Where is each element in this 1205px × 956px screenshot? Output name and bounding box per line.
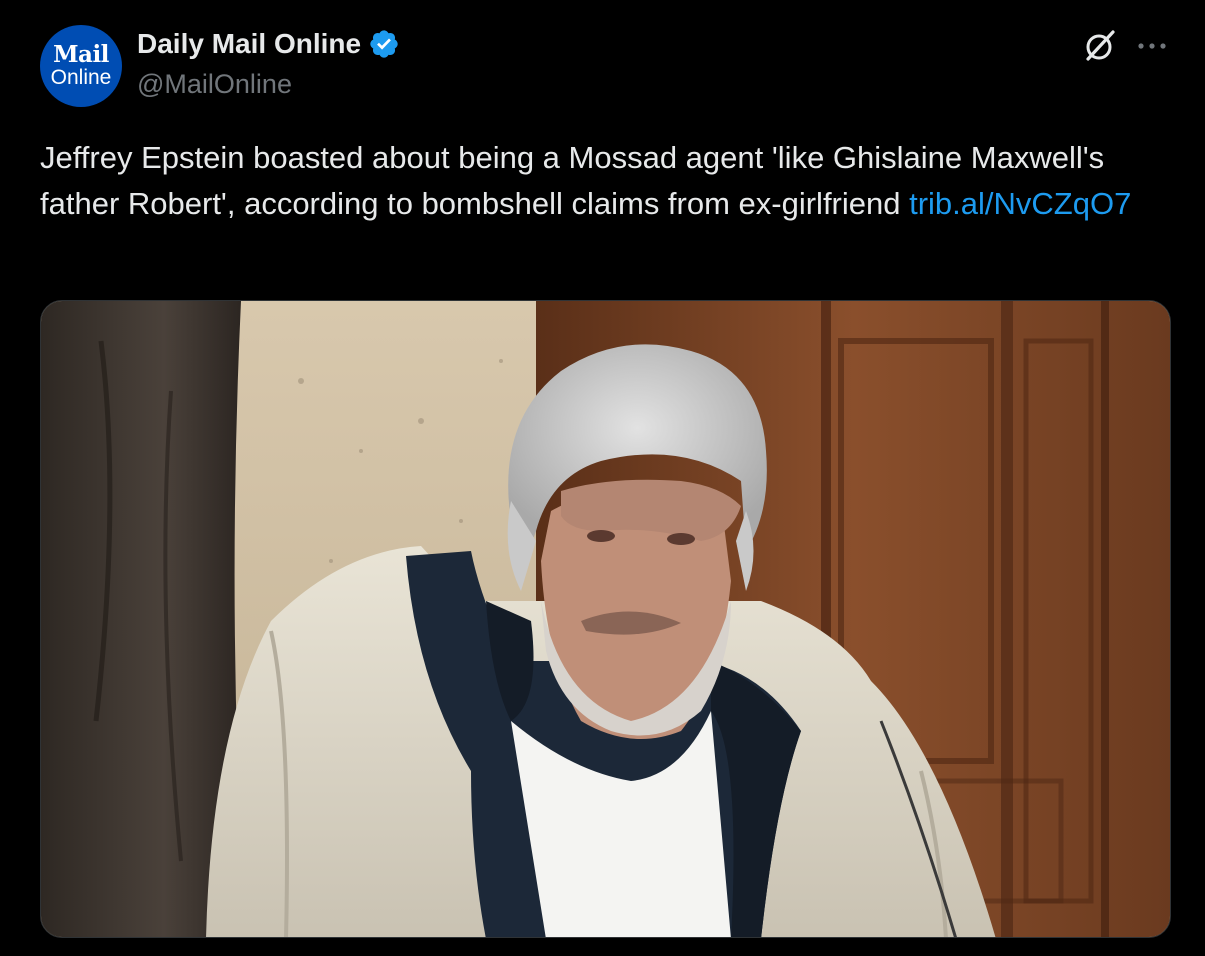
photo-illustration [41, 301, 1170, 937]
avatar-logo-top: Mail [53, 41, 109, 68]
tweet-text: Jeffrey Epstein boasted about being a Mo… [40, 135, 1165, 227]
author-display-name[interactable]: Daily Mail Online [137, 26, 361, 62]
avatar[interactable]: Mail Online [40, 25, 122, 107]
tweet-media-image[interactable] [40, 300, 1171, 938]
author-name-row: Daily Mail Online [137, 26, 400, 62]
grok-icon[interactable] [1083, 29, 1117, 63]
tweet-card[interactable]: Mail Online Daily Mail Online @MailOnlin… [0, 0, 1205, 956]
tweet-link[interactable]: trib.al/NvCZqO7 [909, 186, 1131, 221]
verified-badge-icon [370, 30, 398, 58]
more-options-icon[interactable] [1134, 28, 1170, 64]
avatar-logo-bottom: Online [50, 66, 112, 89]
author-handle[interactable]: @MailOnline [137, 66, 292, 102]
